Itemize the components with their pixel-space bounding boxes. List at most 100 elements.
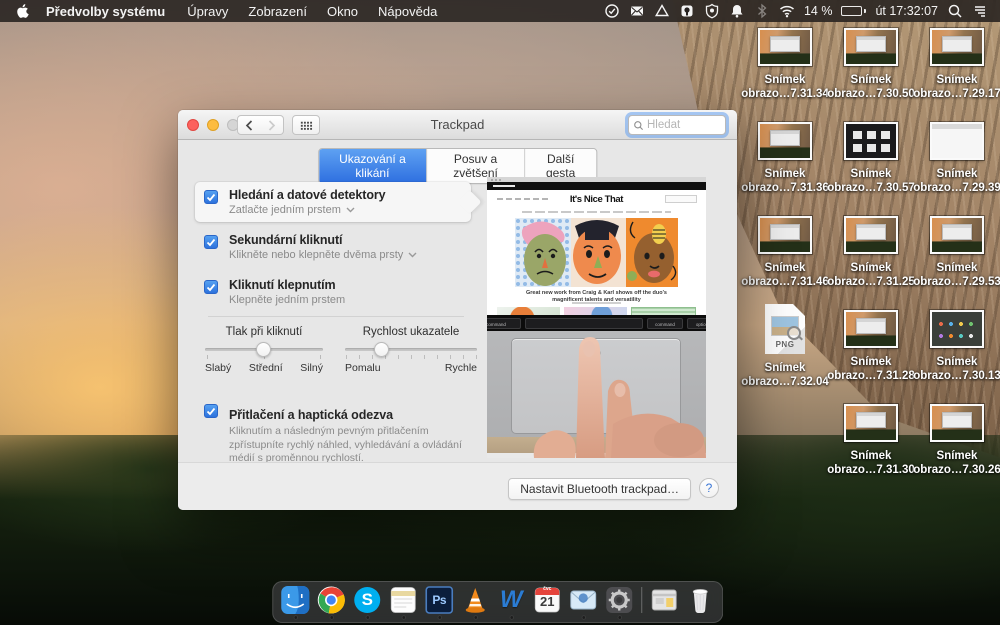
dock-app[interactable] — [316, 585, 346, 619]
apple-icon — [16, 3, 30, 19]
tick-label: Silný — [300, 362, 323, 374]
dock-app[interactable]: čvc 21 — [532, 585, 562, 619]
desktop-icon[interactable]: Snímek obrazo…7.29.39 — [914, 122, 1000, 216]
gesture-option-row[interactable]: Sekundární kliknutí Klikněte nebo klepně… — [195, 227, 471, 267]
option-subtitle: Klepněte jedním prstem — [229, 294, 463, 306]
option-title: Hledání a datové detektory — [229, 188, 463, 202]
gesture-demo-video: It's Nice That — [487, 177, 706, 458]
apple-menu[interactable] — [10, 3, 36, 19]
file-name: Snímek obrazo…7.30.57 — [827, 167, 915, 195]
file-thumbnail — [844, 28, 898, 66]
check-icon — [206, 193, 216, 202]
desktop-icon[interactable]: Snímek obrazo…7.30.50 — [828, 28, 914, 122]
status-icon[interactable] — [604, 3, 620, 19]
dock-app[interactable] — [568, 585, 598, 619]
file-name: Snímek obrazo…7.29.39 — [913, 167, 1000, 195]
running-indicator — [366, 616, 369, 619]
dock-app[interactable]: S — [352, 585, 382, 619]
status-icon[interactable] — [754, 3, 770, 19]
desktop-icon[interactable]: Snímek obrazo…7.30.57 — [828, 122, 914, 216]
file-name: Snímek obrazo…7.31.25 — [827, 261, 915, 289]
menu-item[interactable]: Nápověda — [368, 4, 447, 19]
slider-thumb[interactable] — [256, 342, 271, 357]
desktop-icon[interactable]: Snímek obrazo…7.31.36 — [742, 122, 828, 216]
file-name: Snímek obrazo…7.31.30 — [827, 449, 915, 477]
option-title: Přitlačení a haptická odezva — [229, 408, 475, 422]
status-icon[interactable] — [654, 3, 670, 19]
file-thumbnail — [930, 216, 984, 254]
menu-item[interactable]: Zobrazení — [238, 4, 317, 19]
dock-app[interactable] — [685, 585, 715, 619]
setup-bluetooth-trackpad-button[interactable]: Nastavit Bluetooth trackpad… — [508, 478, 691, 500]
file-name: Snímek obrazo…7.30.26 — [913, 449, 1000, 477]
desktop-icon[interactable]: PNG Snímek obrazo…7.32.04 — [742, 310, 828, 404]
dock-app[interactable]: W — [496, 585, 526, 619]
menu-item[interactable]: Úpravy — [177, 4, 238, 19]
notification-center-icon[interactable] — [972, 3, 988, 19]
dock-app-icon — [568, 585, 598, 615]
chevron-down-icon[interactable] — [408, 252, 417, 258]
checkbox[interactable] — [204, 235, 218, 249]
file-thumbnail — [930, 310, 984, 348]
search-field[interactable] — [628, 115, 726, 135]
file-thumbnail — [930, 28, 984, 66]
status-icon[interactable] — [779, 3, 795, 19]
menu-item[interactable]: Předvolby systému — [36, 4, 177, 19]
desktop-icon[interactable]: Snímek obrazo…7.29.53 — [914, 216, 1000, 310]
desktop-icon[interactable]: Snímek obrazo…7.30.26 — [914, 404, 1000, 498]
calendar-month: čvc — [532, 586, 562, 592]
hand-illustration — [487, 327, 706, 458]
dock-app-icon — [649, 585, 679, 615]
haptic-option-row[interactable]: Přitlačení a haptická odezva Kliknutím a… — [195, 402, 483, 462]
file-thumbnail — [930, 122, 984, 160]
desktop-icon[interactable]: Snímek obrazo…7.31.25 — [828, 216, 914, 310]
checkbox[interactable] — [204, 404, 218, 418]
file-name: Snímek obrazo…7.31.46 — [741, 261, 829, 289]
search-input[interactable] — [647, 119, 717, 131]
desktop-icon[interactable]: Snímek obrazo…7.29.17 — [914, 28, 1000, 122]
dock-app[interactable] — [280, 585, 310, 619]
desktop-icon[interactable]: Snímek obrazo…7.31.34 — [742, 28, 828, 122]
option-subtitle: Klikněte nebo klepněte dvěma prsty — [229, 249, 463, 261]
file-thumbnail — [930, 404, 984, 442]
spotlight-search-icon[interactable] — [947, 3, 963, 19]
checkbox[interactable] — [204, 280, 218, 294]
slider-track[interactable] — [345, 348, 477, 351]
help-button[interactable]: ? — [699, 478, 719, 498]
dock-app[interactable] — [649, 585, 679, 619]
menu-bar-clock[interactable]: út 17:32:07 — [875, 4, 938, 18]
option-description: Kliknutím a následným pevným přitlačením… — [229, 425, 467, 462]
status-icon[interactable] — [729, 3, 745, 19]
dock-app[interactable] — [460, 585, 490, 619]
dock-app[interactable]: Ps — [424, 585, 454, 619]
desktop-icon[interactable]: Snímek obrazo…7.31.46 — [742, 216, 828, 310]
dock-app-icon — [352, 585, 382, 615]
gesture-option-row[interactable]: Hledání a datové detektory Zatlačte jedn… — [195, 182, 471, 222]
mini-webpage: It's Nice That — [487, 190, 706, 315]
gesture-option-row[interactable]: Kliknutí klepnutím Klepněte jedním prste… — [195, 272, 471, 312]
checkbox[interactable] — [204, 190, 218, 204]
status-icon[interactable] — [679, 3, 695, 19]
file-name: Snímek obrazo…7.31.34 — [741, 73, 829, 101]
tab[interactable]: Ukazování a klikání — [319, 149, 427, 183]
dock-app[interactable] — [604, 585, 634, 619]
desktop-icon[interactable]: Snímek obrazo…7.31.30 — [828, 404, 914, 498]
slider-thumb[interactable] — [374, 342, 389, 357]
chevron-down-icon[interactable] — [346, 207, 355, 213]
status-icon[interactable] — [629, 3, 645, 19]
file-thumbnail — [758, 28, 812, 66]
desktop-icon[interactable]: Snímek obrazo…7.30.13 — [914, 310, 1000, 404]
dock-app[interactable] — [640, 585, 643, 619]
dock-app[interactable] — [388, 585, 418, 619]
battery-icon[interactable] — [841, 6, 866, 16]
menu-item[interactable]: Okno — [317, 4, 368, 19]
tick-label: Rychle — [445, 362, 477, 374]
check-icon — [206, 238, 216, 247]
window-footer: Nastavit Bluetooth trackpad… ? — [178, 462, 737, 510]
slider-track[interactable] — [205, 348, 323, 351]
battery-percent[interactable]: 14 % — [804, 4, 833, 18]
running-indicator — [474, 616, 477, 619]
status-icon[interactable] — [704, 3, 720, 19]
desktop-icon[interactable]: Snímek obrazo…7.31.28 — [828, 310, 914, 404]
title-bar[interactable]: Trackpad — [178, 110, 737, 140]
